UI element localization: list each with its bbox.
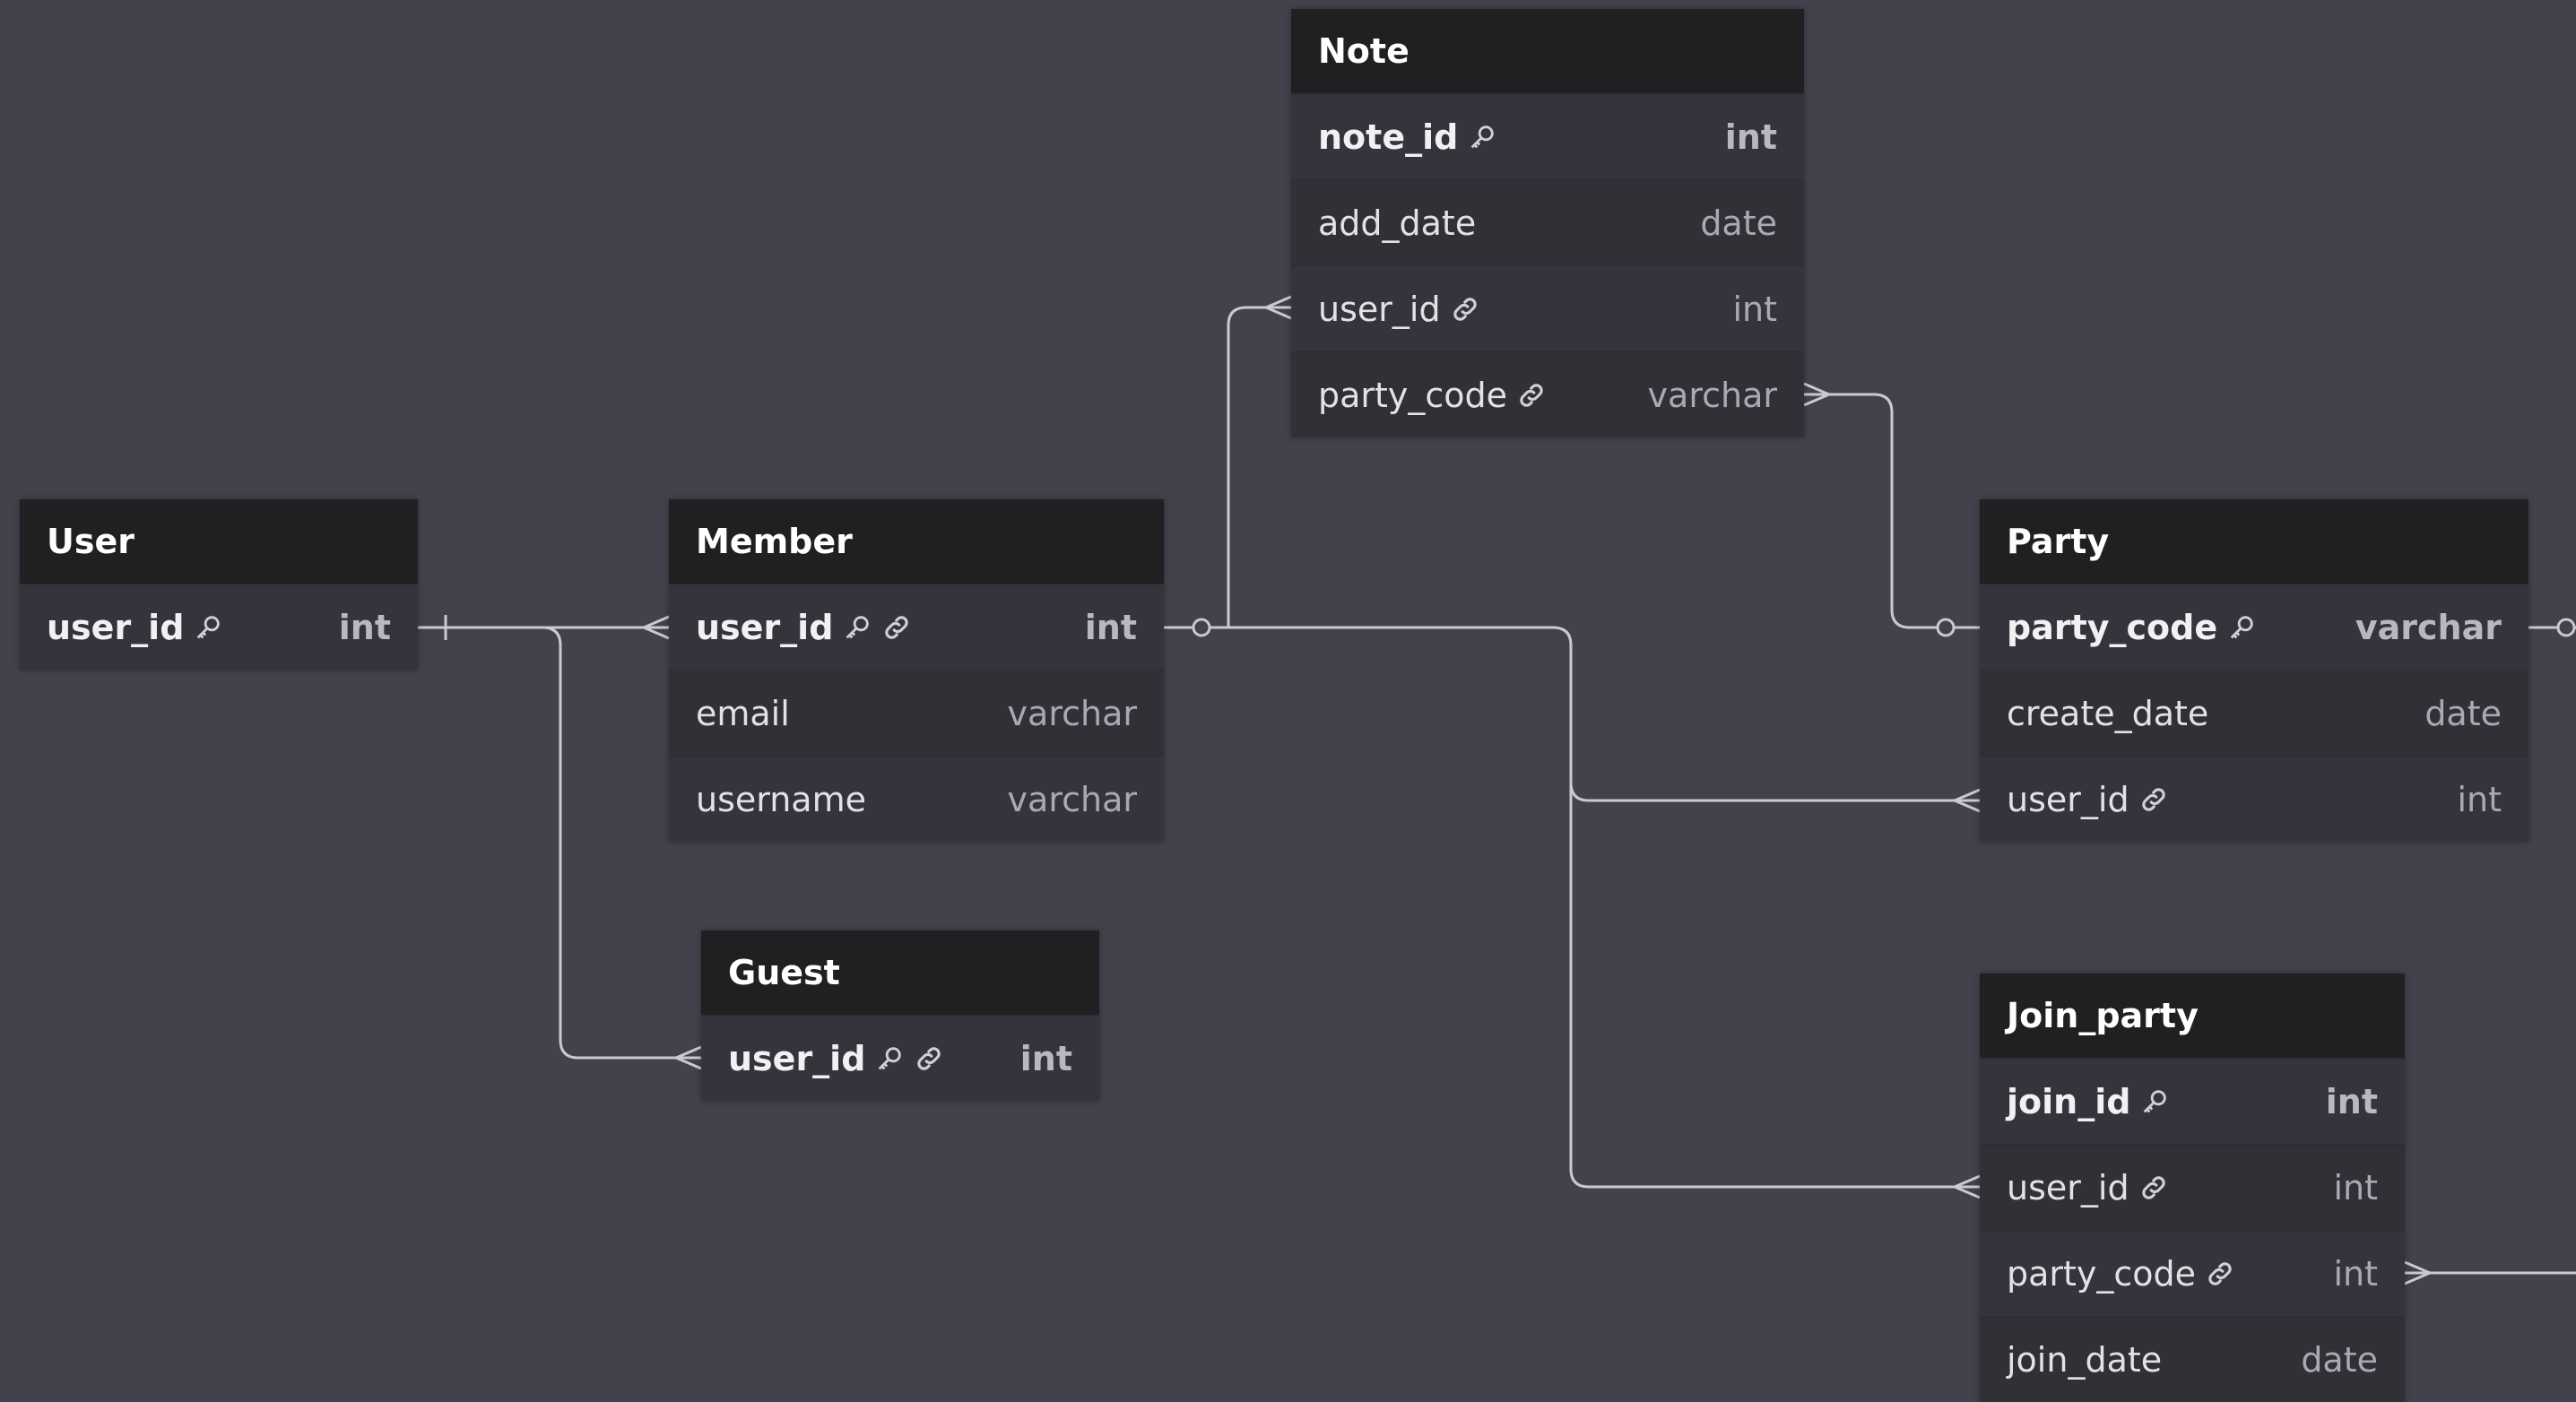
field-name-text: user_id bbox=[47, 607, 185, 647]
edge-user-guest bbox=[418, 626, 701, 1060]
key-icon bbox=[874, 1043, 905, 1074]
table-member[interactable]: Member user_id int email varchar username varc… bbox=[669, 499, 1164, 842]
field-type: date bbox=[2424, 693, 2502, 733]
field-name: user_id bbox=[728, 1039, 944, 1078]
optional-marker-party-right bbox=[2556, 618, 2576, 637]
field-row-join-id[interactable]: join_id int bbox=[1980, 1058, 2405, 1144]
diagram-canvas[interactable]: Note note_id int add_date date user_id int part… bbox=[0, 0, 2576, 1402]
field-type: int bbox=[1724, 117, 1777, 157]
field-name-text: create_date bbox=[2007, 693, 2209, 733]
table-join-party[interactable]: Join_party join_id int user_id int party_code… bbox=[1980, 974, 2405, 1402]
table-title[interactable]: Join_party bbox=[1980, 974, 2405, 1058]
field-type: int bbox=[338, 607, 391, 647]
link-icon bbox=[2138, 784, 2169, 815]
field-name: user_id bbox=[2007, 780, 2169, 819]
optional-marker-member bbox=[1192, 618, 1211, 637]
link-icon bbox=[1450, 294, 1480, 325]
field-name-text: user_id bbox=[2007, 779, 2129, 819]
field-type: int bbox=[2325, 1081, 2378, 1121]
table-title[interactable]: User bbox=[20, 499, 418, 584]
field-row-party-code[interactable]: party_code varchar bbox=[1980, 584, 2528, 670]
link-icon bbox=[881, 612, 912, 643]
field-name-text: party_code bbox=[2007, 607, 2218, 647]
field-row-user-id[interactable]: user_id int bbox=[1980, 1144, 2405, 1230]
field-row-email[interactable]: email varchar bbox=[669, 670, 1164, 756]
field-row-add-date[interactable]: add_date date bbox=[1291, 179, 1804, 265]
field-type: varchar bbox=[2355, 607, 2502, 647]
optional-marker-party-left bbox=[1936, 618, 1956, 637]
field-name: note_id bbox=[1318, 117, 1497, 157]
field-row-user-id[interactable]: user_id int bbox=[1980, 756, 2528, 842]
link-icon bbox=[914, 1043, 944, 1074]
table-party[interactable]: Party party_code varchar create_date date use… bbox=[1980, 499, 2528, 842]
field-type: int bbox=[1732, 289, 1777, 329]
field-row-user-id[interactable]: user_id int bbox=[20, 584, 418, 670]
field-type: varchar bbox=[1007, 779, 1137, 819]
link-icon bbox=[2138, 1173, 2169, 1203]
field-name: party_code bbox=[1318, 376, 1547, 415]
edge-member-note bbox=[1164, 306, 1291, 629]
field-name: user_id bbox=[47, 608, 223, 647]
field-row-user-id[interactable]: user_id int bbox=[701, 1015, 1099, 1101]
table-title[interactable]: Note bbox=[1291, 9, 1804, 93]
key-icon bbox=[842, 612, 872, 643]
field-name-text: user_id bbox=[2007, 1167, 2129, 1207]
table-guest[interactable]: Guest user_id int bbox=[701, 930, 1099, 1101]
field-name-text: user_id bbox=[728, 1038, 866, 1078]
field-type: int bbox=[1019, 1038, 1072, 1078]
field-type: varchar bbox=[1007, 693, 1137, 733]
field-type: int bbox=[2333, 1253, 2378, 1294]
key-icon bbox=[2226, 612, 2257, 643]
field-name-text: party_code bbox=[2007, 1253, 2197, 1294]
field-name: email bbox=[696, 694, 790, 733]
field-row-user-id[interactable]: user_id int bbox=[1291, 265, 1804, 351]
key-icon bbox=[193, 612, 223, 643]
field-name-text: join_id bbox=[2007, 1081, 2131, 1121]
field-type: int bbox=[2457, 779, 2502, 819]
field-name-text: username bbox=[696, 779, 866, 819]
field-name: party_code bbox=[2007, 608, 2257, 647]
table-title[interactable]: Party bbox=[1980, 499, 2528, 584]
field-row-party-code[interactable]: party_code varchar bbox=[1291, 351, 1804, 437]
field-type: date bbox=[2301, 1339, 2378, 1380]
field-name: add_date bbox=[1318, 203, 1476, 243]
link-icon bbox=[2205, 1259, 2235, 1289]
field-name-text: note_id bbox=[1318, 117, 1459, 157]
field-name-text: user_id bbox=[1318, 289, 1441, 329]
field-name: user_id bbox=[1318, 290, 1480, 329]
field-row-party-code[interactable]: party_code int bbox=[1980, 1230, 2405, 1316]
field-row-create-date[interactable]: create_date date bbox=[1980, 670, 2528, 756]
key-icon bbox=[2139, 1086, 2170, 1117]
key-icon bbox=[1467, 122, 1497, 152]
field-name-text: party_code bbox=[1318, 375, 1508, 415]
edge-member-joinparty bbox=[1569, 783, 1980, 1189]
link-icon bbox=[1516, 380, 1547, 411]
field-name-text: email bbox=[696, 693, 790, 733]
table-title[interactable]: Member bbox=[669, 499, 1164, 584]
field-name: user_id bbox=[696, 608, 912, 647]
field-type: date bbox=[1700, 203, 1777, 243]
field-row-user-id[interactable]: user_id int bbox=[669, 584, 1164, 670]
field-type: varchar bbox=[1647, 375, 1777, 415]
table-note[interactable]: Note note_id int add_date date user_id int part… bbox=[1291, 9, 1804, 437]
field-row-note-id[interactable]: note_id int bbox=[1291, 93, 1804, 179]
edge-note-party bbox=[1804, 393, 1980, 629]
edge-member-party bbox=[1228, 626, 1980, 802]
field-name: join_id bbox=[2007, 1082, 2170, 1121]
field-name: username bbox=[696, 780, 866, 819]
field-row-username[interactable]: username varchar bbox=[669, 756, 1164, 842]
field-row-join-date[interactable]: join_date date bbox=[1980, 1316, 2405, 1402]
field-name-text: join_date bbox=[2007, 1339, 2163, 1380]
field-type: int bbox=[1084, 607, 1137, 647]
field-name: user_id bbox=[2007, 1168, 2169, 1207]
field-name: join_date bbox=[2007, 1340, 2162, 1380]
field-name-text: add_date bbox=[1318, 203, 1477, 243]
field-type: int bbox=[2333, 1167, 2378, 1207]
field-name: party_code bbox=[2007, 1254, 2235, 1294]
table-user[interactable]: User user_id int bbox=[20, 499, 418, 670]
field-name-text: user_id bbox=[696, 607, 834, 647]
field-name: create_date bbox=[2007, 694, 2208, 733]
table-title[interactable]: Guest bbox=[701, 930, 1099, 1015]
